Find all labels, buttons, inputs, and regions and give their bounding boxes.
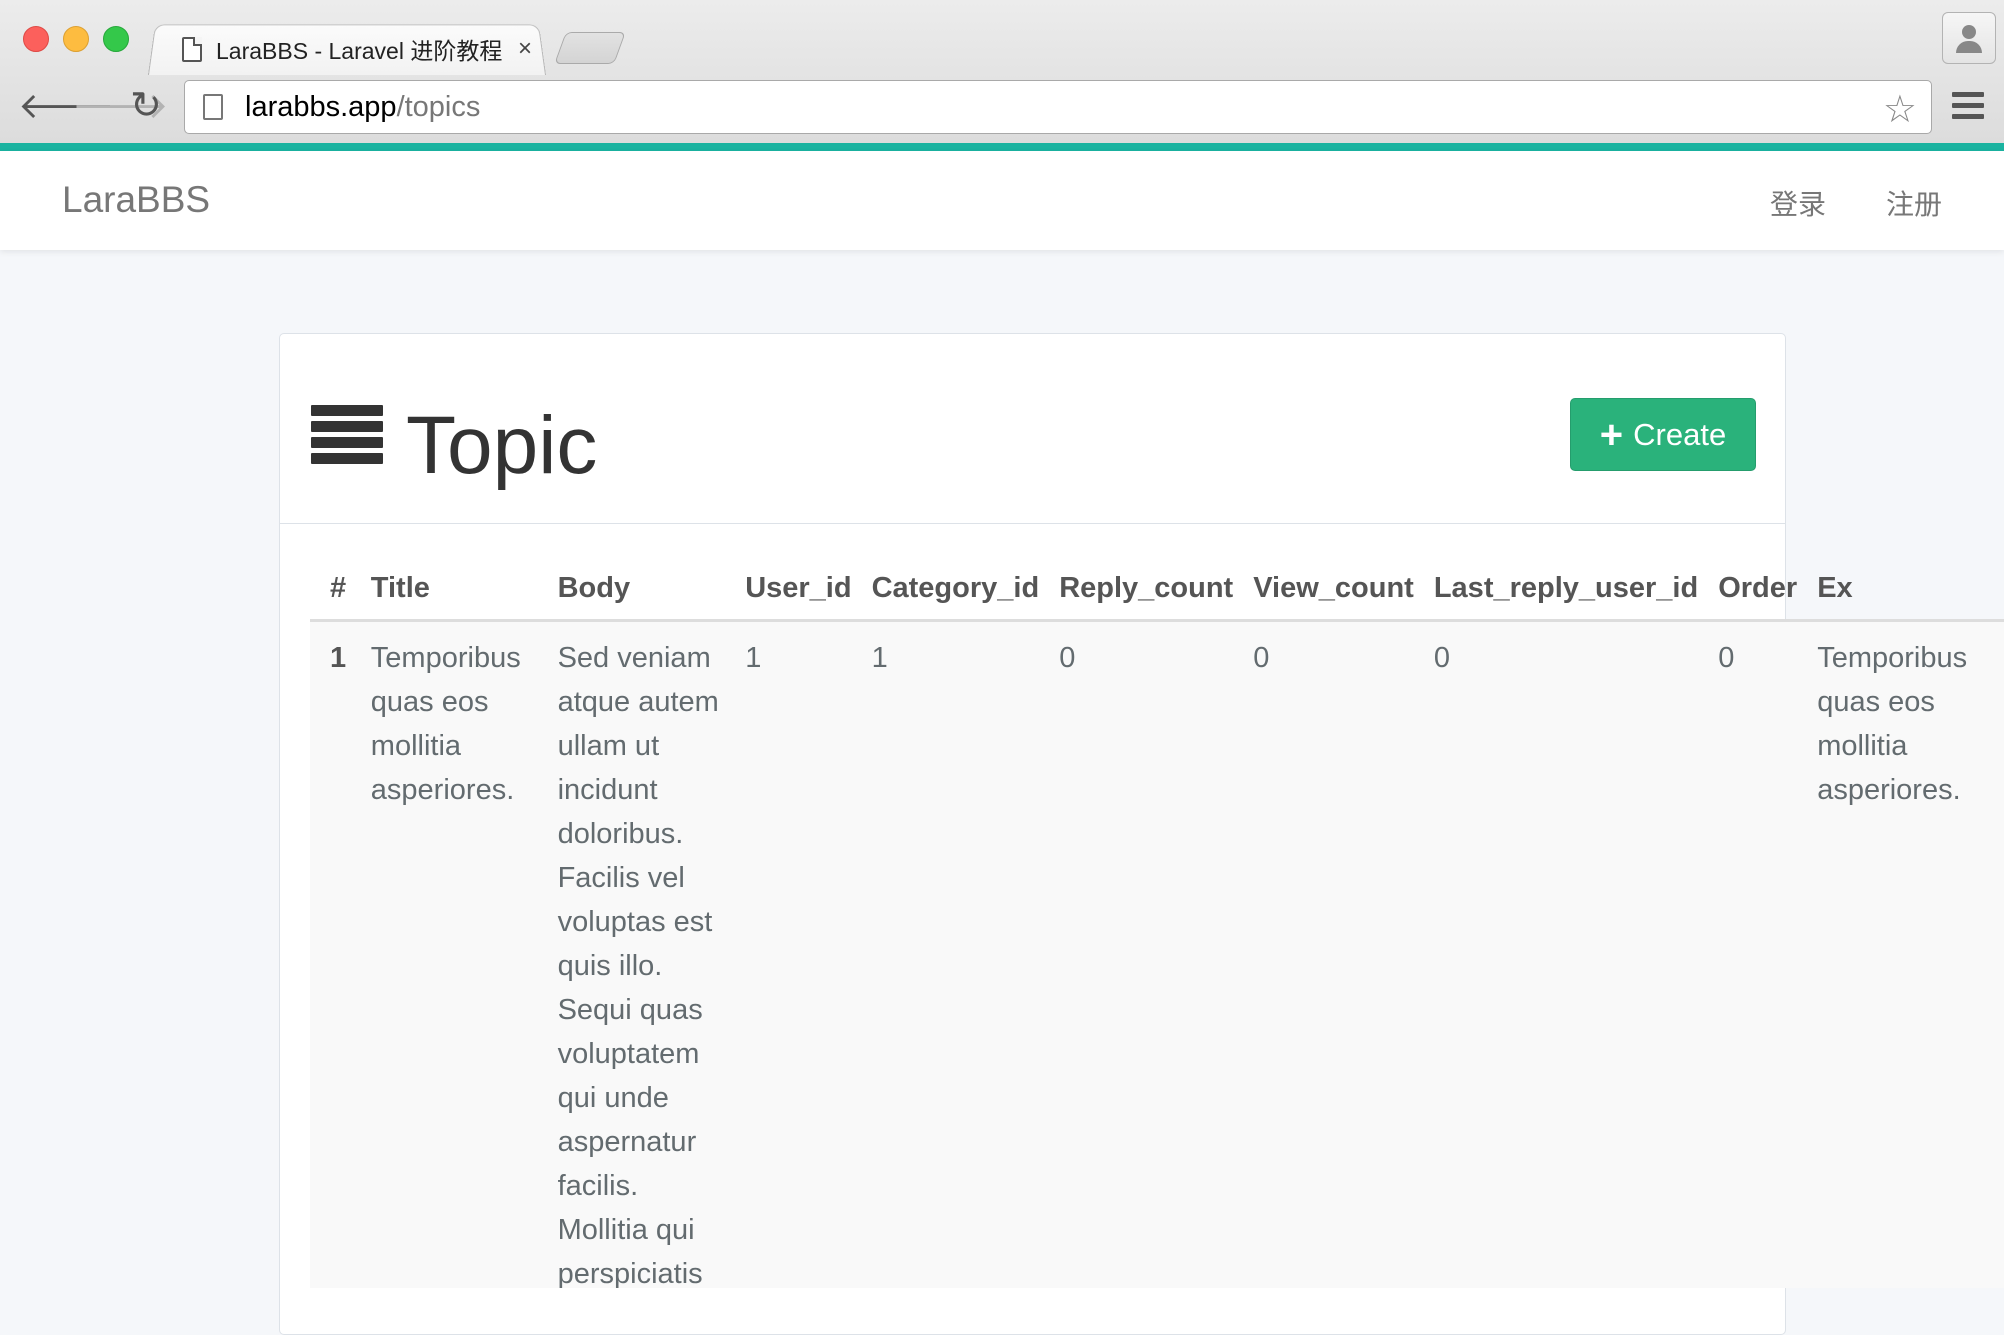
url-path: /topics: [396, 90, 481, 123]
bookmark-star-icon[interactable]: ☆: [1883, 87, 1917, 132]
login-link[interactable]: 登录: [1770, 183, 1826, 223]
tab-title: LaraBBS - Laravel 进阶教程: [216, 38, 503, 64]
reload-icon[interactable]: ↻: [130, 86, 162, 126]
register-link[interactable]: 注册: [1886, 183, 1942, 223]
cell-id: 1: [310, 620, 371, 1288]
accent-bar: [0, 143, 2004, 151]
column-header-category-id: Category_id: [871, 555, 1060, 622]
cell-excerpt: Temporibus quas eos mollitia asperiores.: [1817, 620, 2004, 1288]
column-header-id: #: [310, 555, 371, 622]
profile-button[interactable]: [1942, 12, 1996, 64]
cell-last-reply-user-id: 0: [1433, 620, 1719, 1288]
url-text[interactable]: larabbs.app/topics: [245, 91, 480, 124]
person-icon: [1962, 25, 1976, 39]
new-tab-button[interactable]: [554, 32, 626, 64]
brand-logo[interactable]: LaraBBS: [62, 179, 210, 221]
cell-body: Sed veniam atque autem ullam ut incidunt…: [557, 620, 746, 1288]
browser-tab-content[interactable]: LaraBBS - Laravel 进阶教程 ×: [182, 30, 532, 68]
minimize-window-button[interactable]: [63, 26, 89, 52]
create-button-label: Create: [1633, 416, 1727, 452]
column-header-body: Body: [557, 555, 746, 622]
url-host: larabbs.app: [245, 90, 397, 123]
column-header-view-count: View_count: [1253, 555, 1434, 622]
create-button[interactable]: + Create: [1570, 398, 1756, 471]
close-window-button[interactable]: [23, 26, 49, 52]
person-icon-body: [1956, 41, 1982, 53]
page-title: Topic: [406, 400, 598, 491]
close-tab-icon[interactable]: ×: [518, 35, 532, 63]
address-bar[interactable]: larabbs.app/topics ☆: [184, 80, 1932, 134]
cell-user-id: 1: [745, 620, 872, 1288]
plus-icon: +: [1599, 412, 1624, 457]
cell-category-id: 1: [871, 620, 1060, 1288]
table-row[interactable]: 1 Temporibus quas eos mollitia asperiore…: [310, 620, 2004, 1288]
column-header-last-reply-user-id: Last_reply_user_id: [1433, 555, 1719, 622]
list-icon: [311, 405, 383, 469]
column-header-user-id: User_id: [745, 555, 872, 622]
cell-reply-count: 0: [1059, 620, 1254, 1288]
topics-table: # Title Body User_id Category_id Reply_c…: [310, 555, 2004, 1288]
browser-chrome: LaraBBS - Laravel 进阶教程 × 🡐 🡒 ↻ larabbs.a…: [0, 0, 2004, 144]
browser-menu-icon[interactable]: [1952, 92, 1984, 125]
cell-view-count: 0: [1253, 620, 1434, 1288]
page-icon: [182, 36, 202, 62]
table-header-row: # Title Body User_id Category_id Reply_c…: [310, 555, 2004, 622]
panel-heading: Topic + Create: [280, 334, 1785, 524]
zoom-window-button[interactable]: [103, 26, 129, 52]
cell-title: Temporibus quas eos mollitia asperiores.: [370, 620, 558, 1288]
column-header-title: Title: [370, 555, 558, 622]
topics-table-wrapper: # Title Body User_id Category_id Reply_c…: [310, 555, 2004, 1288]
cell-order: 0: [1718, 620, 1818, 1288]
column-header-excerpt: Ex: [1817, 555, 2004, 622]
page-icon: [203, 94, 223, 120]
column-header-order: Order: [1718, 555, 1818, 622]
column-header-reply-count: Reply_count: [1059, 555, 1254, 622]
app-navbar: LaraBBS 登录 注册: [0, 151, 2004, 250]
